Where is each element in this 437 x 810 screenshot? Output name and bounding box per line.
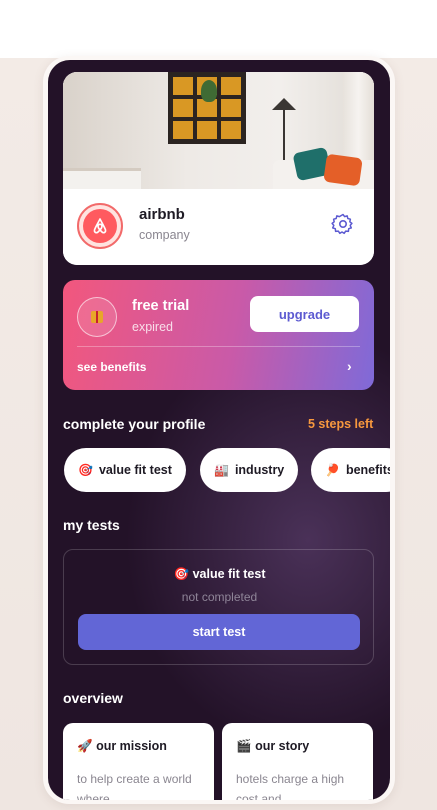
company-cover-image [63, 72, 374, 189]
gift-icon [77, 297, 117, 337]
start-test-button[interactable]: start test [78, 614, 360, 650]
target-icon: 🎯 [173, 567, 190, 581]
trial-title: free trial [132, 298, 190, 314]
trial-status: expired [132, 320, 173, 334]
chevron-right-icon[interactable]: › [347, 358, 352, 374]
chip-value-fit-test[interactable]: 🎯 value fit test [64, 448, 186, 492]
overview-heading: overview [63, 690, 123, 706]
chip-label: industry [234, 463, 285, 477]
company-logo [77, 203, 123, 249]
factory-icon: 🏭 [214, 463, 229, 477]
overview-card-story[interactable]: 🎬 our story hotels charge a high cost an… [222, 723, 373, 800]
phone-frame: airbnb company free trial expired upgrad… [43, 56, 395, 804]
overview-card-text: to help create a world where [77, 772, 192, 800]
test-card: 🎯 value fit test not completed start tes… [63, 549, 374, 665]
test-status: not completed [181, 590, 258, 604]
chip-label: value fit test [98, 463, 172, 477]
settings-gear-icon[interactable] [331, 212, 355, 236]
target-icon: 🎯 [78, 463, 93, 477]
complete-profile-heading: complete your profile [63, 416, 206, 432]
overview-card-mission[interactable]: 🚀 our mission to help create a world whe… [63, 723, 214, 800]
app-screen: airbnb company free trial expired upgrad… [48, 60, 390, 800]
chip-benefits[interactable]: 🏓 benefits [311, 448, 390, 492]
company-card[interactable]: airbnb company [63, 72, 374, 265]
my-tests-heading: my tests [63, 517, 120, 533]
company-name: airbnb [139, 206, 185, 223]
clapperboard-icon: 🎬 [236, 739, 252, 753]
airbnb-logo-icon [93, 218, 107, 234]
overview-card-text: hotels charge a high cost and [236, 772, 345, 800]
overview-card-title: 🎬 our story [236, 739, 310, 753]
steps-left-badge: 5 steps left [308, 417, 374, 431]
see-benefits-link[interactable]: see benefits [77, 360, 146, 374]
chip-label: benefits [345, 463, 390, 477]
overview-card-title: 🚀 our mission [77, 739, 167, 753]
test-name: 🎯 value fit test [173, 567, 266, 581]
free-trial-card: free trial expired upgrade see benefits … [63, 280, 374, 390]
upgrade-button[interactable]: upgrade [250, 296, 359, 332]
rocket-icon: 🚀 [77, 739, 93, 753]
chip-industry[interactable]: 🏭 industry [200, 448, 299, 492]
ping-pong-icon: 🏓 [325, 463, 340, 477]
company-info: airbnb company [63, 189, 374, 265]
company-type: company [139, 228, 190, 242]
divider [77, 346, 360, 347]
